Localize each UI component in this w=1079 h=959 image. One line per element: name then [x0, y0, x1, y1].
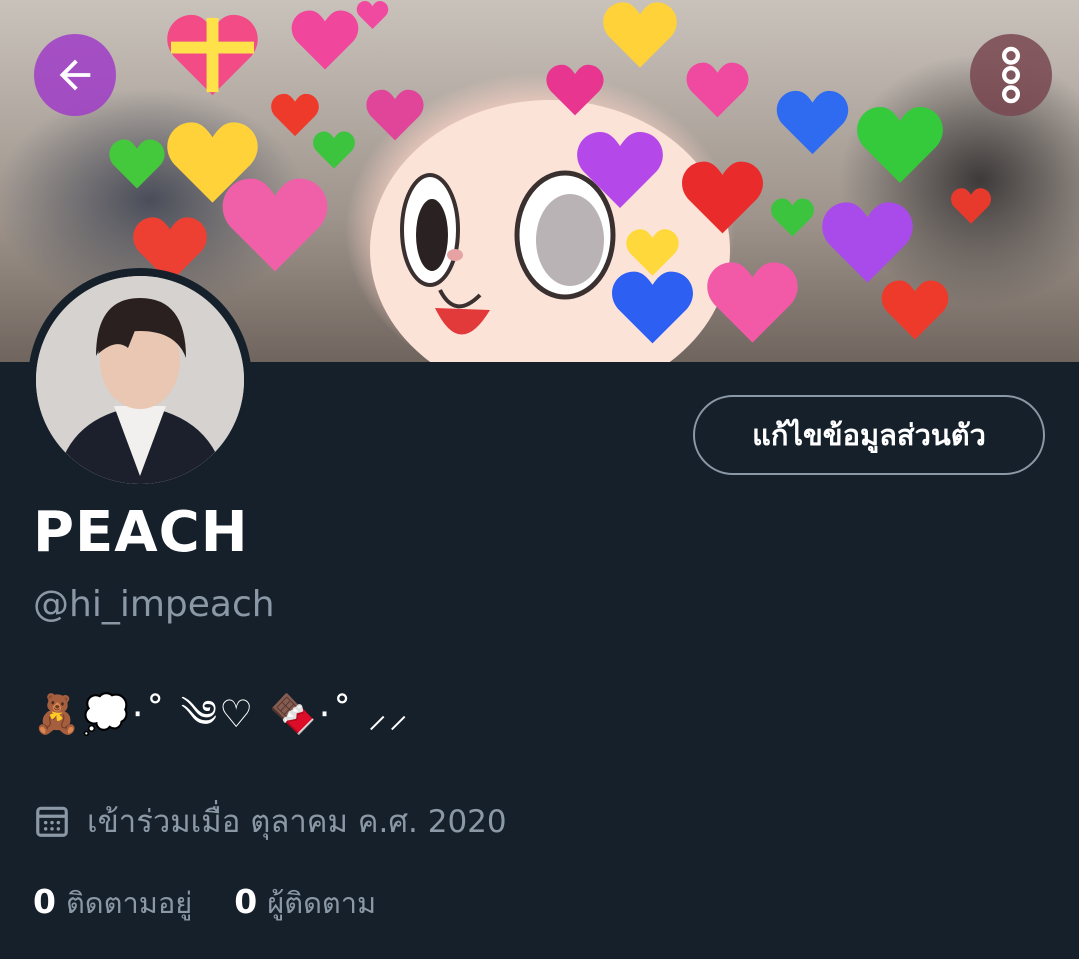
display-name: PEACH — [33, 500, 249, 565]
green-heart-icon — [770, 195, 815, 240]
red-heart-icon — [880, 275, 950, 345]
avatar-portrait-illustration — [36, 276, 244, 484]
follow-stats: 0 ติดตามอยู่ 0 ผู้ติดตาม — [33, 880, 418, 926]
red-heart-icon — [680, 155, 765, 240]
joined-date-text: เข้าร่วมเมื่อ ตุลาคม ค.ศ. 2020 — [87, 804, 507, 840]
back-button[interactable] — [34, 34, 116, 116]
pink-heart-icon — [220, 170, 330, 280]
arrow-left-icon — [59, 59, 91, 91]
pink-heart-icon — [350, 0, 395, 30]
joined-date: เข้าร่วมเมื่อ ตุลาคม ค.ศ. 2020 — [33, 796, 507, 846]
profile-avatar[interactable] — [28, 268, 252, 492]
green-heart-icon — [312, 128, 356, 172]
following-count: 0 — [33, 882, 56, 921]
green-heart-icon — [108, 135, 166, 193]
avatar-photo — [36, 276, 244, 484]
yellow-heart-icon — [625, 225, 680, 280]
magenta-heart-icon — [545, 60, 605, 120]
following-label: ติดตามอยู่ — [65, 886, 193, 920]
following-link[interactable]: 0 ติดตามอยู่ — [33, 880, 192, 926]
purple-heart-icon — [575, 125, 665, 215]
more-vertical-icon — [1001, 46, 1021, 104]
magenta-heart-icon — [365, 85, 425, 145]
green-heart-icon — [855, 100, 945, 190]
followers-count: 0 — [234, 882, 258, 921]
yellow-heart-icon — [600, 0, 680, 70]
pink-heart-icon — [705, 255, 800, 350]
followers-link[interactable]: 0 ผู้ติดตาม — [234, 880, 376, 926]
followers-label: ผู้ติดตาม — [267, 886, 377, 920]
profile-bio: 🧸💭⋅˚ ༄♡ 🍫⋅˚ ⸝⸝ — [33, 692, 410, 736]
blue-heart-icon — [775, 85, 850, 160]
calendar-icon — [36, 806, 68, 837]
more-options-button[interactable] — [970, 34, 1052, 116]
pink-heart-icon — [685, 60, 750, 120]
gift-heart-icon — [165, 10, 260, 100]
user-handle: @hi_impeach — [33, 584, 275, 625]
red-heart-icon — [950, 185, 992, 227]
edit-profile-button[interactable]: แก้ไขข้อมูลส่วนตัว — [693, 395, 1045, 475]
